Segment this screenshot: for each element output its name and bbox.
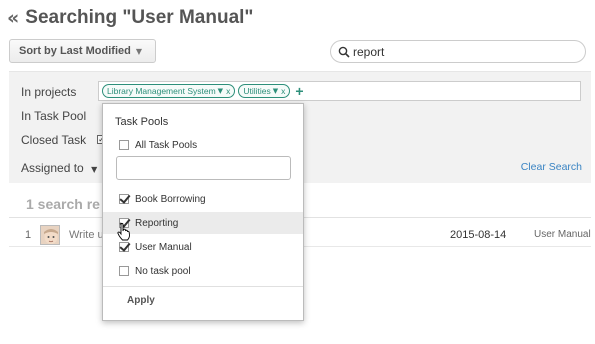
- option-label: No task pool: [135, 265, 191, 277]
- avatar: [40, 225, 60, 245]
- chevron-down-icon: ▼: [135, 46, 142, 56]
- task-pools-dropdown: Task Pools All Task Pools Book Borrowing…: [102, 103, 304, 321]
- checkbox[interactable]: [119, 194, 129, 204]
- task-pool-option-none[interactable]: No task pool: [103, 260, 303, 282]
- page-header: « Searching "User Manual": [7, 4, 253, 32]
- task-pool-option-all[interactable]: All Task Pools: [103, 134, 303, 156]
- result-title[interactable]: Write u: [69, 229, 104, 241]
- task-pool-filter-input[interactable]: [116, 156, 291, 180]
- result-date: 2015-08-14: [450, 229, 507, 241]
- page-title: Searching "User Manual": [25, 7, 254, 28]
- task-pools-title: Task Pools: [115, 116, 169, 128]
- clear-search-link[interactable]: Clear Search: [521, 161, 582, 173]
- checkbox[interactable]: [119, 140, 129, 150]
- search-input[interactable]: [353, 44, 573, 59]
- add-project-icon[interactable]: +: [295, 83, 303, 99]
- in-task-pool-label: In Task Pool: [21, 109, 87, 123]
- assigned-to-dropdown[interactable]: Assigned to ▼: [21, 161, 97, 175]
- chevron-down-icon[interactable]: ▼: [273, 87, 278, 95]
- sort-label: Sort by Last Modified: [19, 45, 131, 57]
- sort-dropdown-button[interactable]: Sort by Last Modified ▼: [9, 39, 156, 63]
- task-pool-option-reporting[interactable]: Reporting: [103, 212, 303, 234]
- result-task-pool: User Manual: [534, 229, 591, 240]
- option-label: Book Borrowing: [135, 193, 206, 205]
- checkbox[interactable]: [119, 266, 129, 276]
- task-pool-option-book-borrowing[interactable]: Book Borrowing: [103, 188, 303, 210]
- project-tag-library[interactable]: Library Management System ▼ x: [102, 84, 236, 98]
- results-count: 1 search re: [26, 196, 100, 212]
- checkbox[interactable]: [119, 242, 129, 252]
- chevron-down-icon[interactable]: ▼: [218, 87, 223, 95]
- remove-tag-icon[interactable]: x: [281, 86, 285, 96]
- row-number: 1: [25, 229, 32, 241]
- search-icon: [338, 46, 350, 58]
- project-tag-label: Utilities: [243, 86, 271, 96]
- back-icon[interactable]: «: [7, 7, 19, 29]
- divider: [103, 286, 303, 287]
- in-projects-label: In projects: [21, 85, 77, 99]
- hand-cursor-icon: [117, 223, 130, 241]
- project-tag-label: Library Management System: [107, 86, 216, 96]
- search-box[interactable]: [330, 40, 586, 63]
- project-tag-utilities[interactable]: Utilities ▼ x: [238, 84, 291, 98]
- option-label: All Task Pools: [135, 139, 198, 151]
- task-pool-option-user-manual[interactable]: User Manual: [103, 236, 303, 258]
- assigned-to-label: Assigned to: [21, 161, 84, 175]
- project-tag-input[interactable]: Library Management System ▼ x Utilities …: [98, 81, 581, 101]
- toolbar: Sort by Last Modified ▼: [0, 36, 595, 68]
- apply-button[interactable]: Apply: [127, 295, 155, 306]
- option-label: User Manual: [135, 241, 192, 253]
- closed-task-label: Closed Task: [21, 133, 87, 147]
- option-label: Reporting: [135, 217, 179, 229]
- chevron-down-icon: ▼: [91, 165, 98, 174]
- remove-tag-icon[interactable]: x: [226, 86, 230, 96]
